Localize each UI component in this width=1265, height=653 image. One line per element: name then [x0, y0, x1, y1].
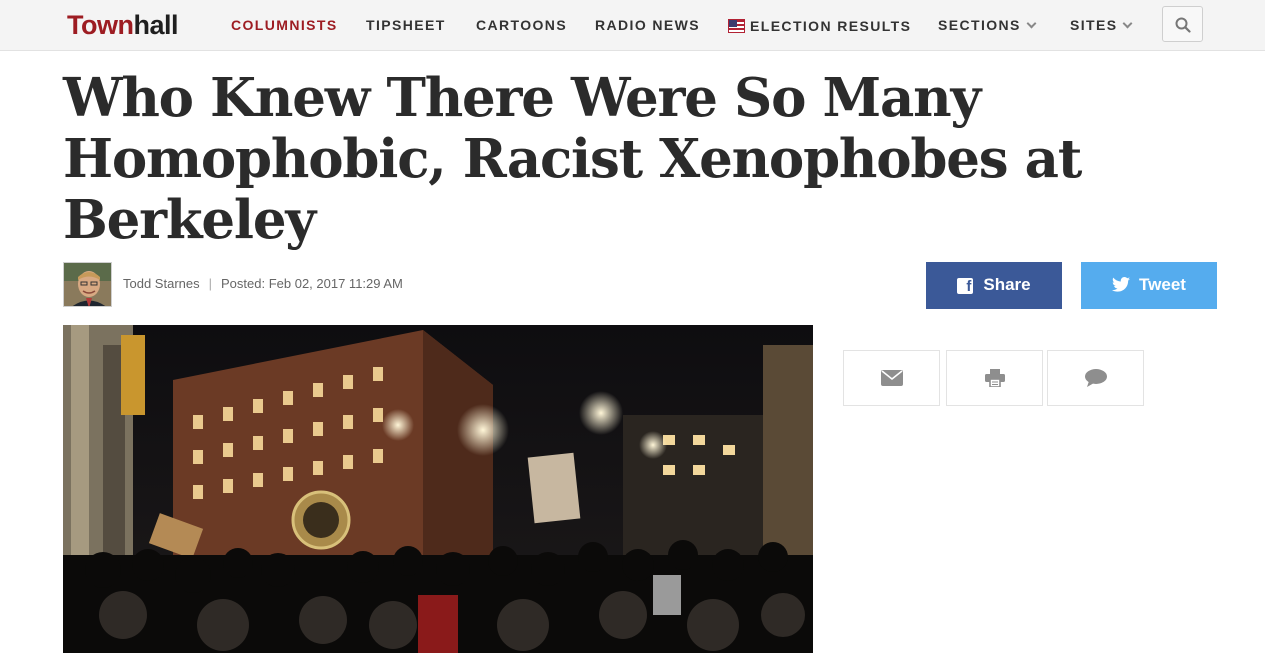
townhall-logo[interactable]: Townhall [67, 10, 178, 41]
chevron-down-icon [1123, 18, 1133, 29]
twitter-tweet-button[interactable]: Tweet [1081, 262, 1217, 309]
nav-radio-news[interactable]: RADIO NEWS [595, 17, 700, 33]
article-photo [63, 325, 813, 653]
search-icon [1175, 17, 1191, 33]
us-flag-icon [728, 19, 745, 33]
chevron-down-icon [1026, 18, 1037, 29]
logo-text-town: Town [67, 10, 134, 40]
author-name[interactable]: Todd Starnes [123, 276, 200, 291]
nav-cartoons[interactable]: CARTOONS [476, 17, 567, 33]
site-header: Townhall COLUMNISTS TIPSHEET CARTOONS RA… [0, 0, 1265, 51]
logo-text-hall: hall [133, 10, 178, 40]
nav-election-results[interactable]: ELECTION RESULTS [728, 17, 911, 34]
nav-sites-label: SITES [1070, 17, 1118, 33]
print-icon [984, 369, 1005, 387]
article-byline: Todd Starnes | Posted: Feb 02, 2017 11:29 … [123, 276, 403, 291]
nav-sections[interactable]: SECTIONS [938, 17, 1037, 33]
twitter-tweet-label: Tweet [1139, 275, 1186, 294]
posted-date: Posted: Feb 02, 2017 11:29 AM [221, 276, 403, 291]
nav-election-results-label: ELECTION RESULTS [750, 18, 912, 34]
protest-crowd-image [63, 325, 813, 653]
nav-sites[interactable]: SITES [1070, 17, 1133, 33]
print-button[interactable] [946, 350, 1043, 406]
comment-icon [1084, 369, 1107, 387]
nav-columnists[interactable]: COLUMNISTS [231, 17, 338, 33]
email-button[interactable] [843, 350, 940, 406]
email-icon [880, 370, 903, 386]
author-photo [64, 263, 111, 306]
byline-divider: | [208, 276, 212, 291]
author-avatar[interactable] [63, 262, 112, 307]
facebook-share-label: Share [983, 275, 1031, 294]
facebook-share-button[interactable]: f Share [926, 262, 1062, 309]
article-headline: Who Knew There Were So Many Homophobic, … [63, 67, 1082, 251]
comment-button[interactable] [1047, 350, 1144, 406]
nav-tipsheet[interactable]: TIPSHEET [366, 17, 446, 33]
facebook-icon: f [957, 278, 974, 295]
twitter-bird-icon [1112, 277, 1131, 292]
search-button[interactable] [1162, 6, 1203, 42]
nav-sections-label: SECTIONS [938, 17, 1021, 33]
